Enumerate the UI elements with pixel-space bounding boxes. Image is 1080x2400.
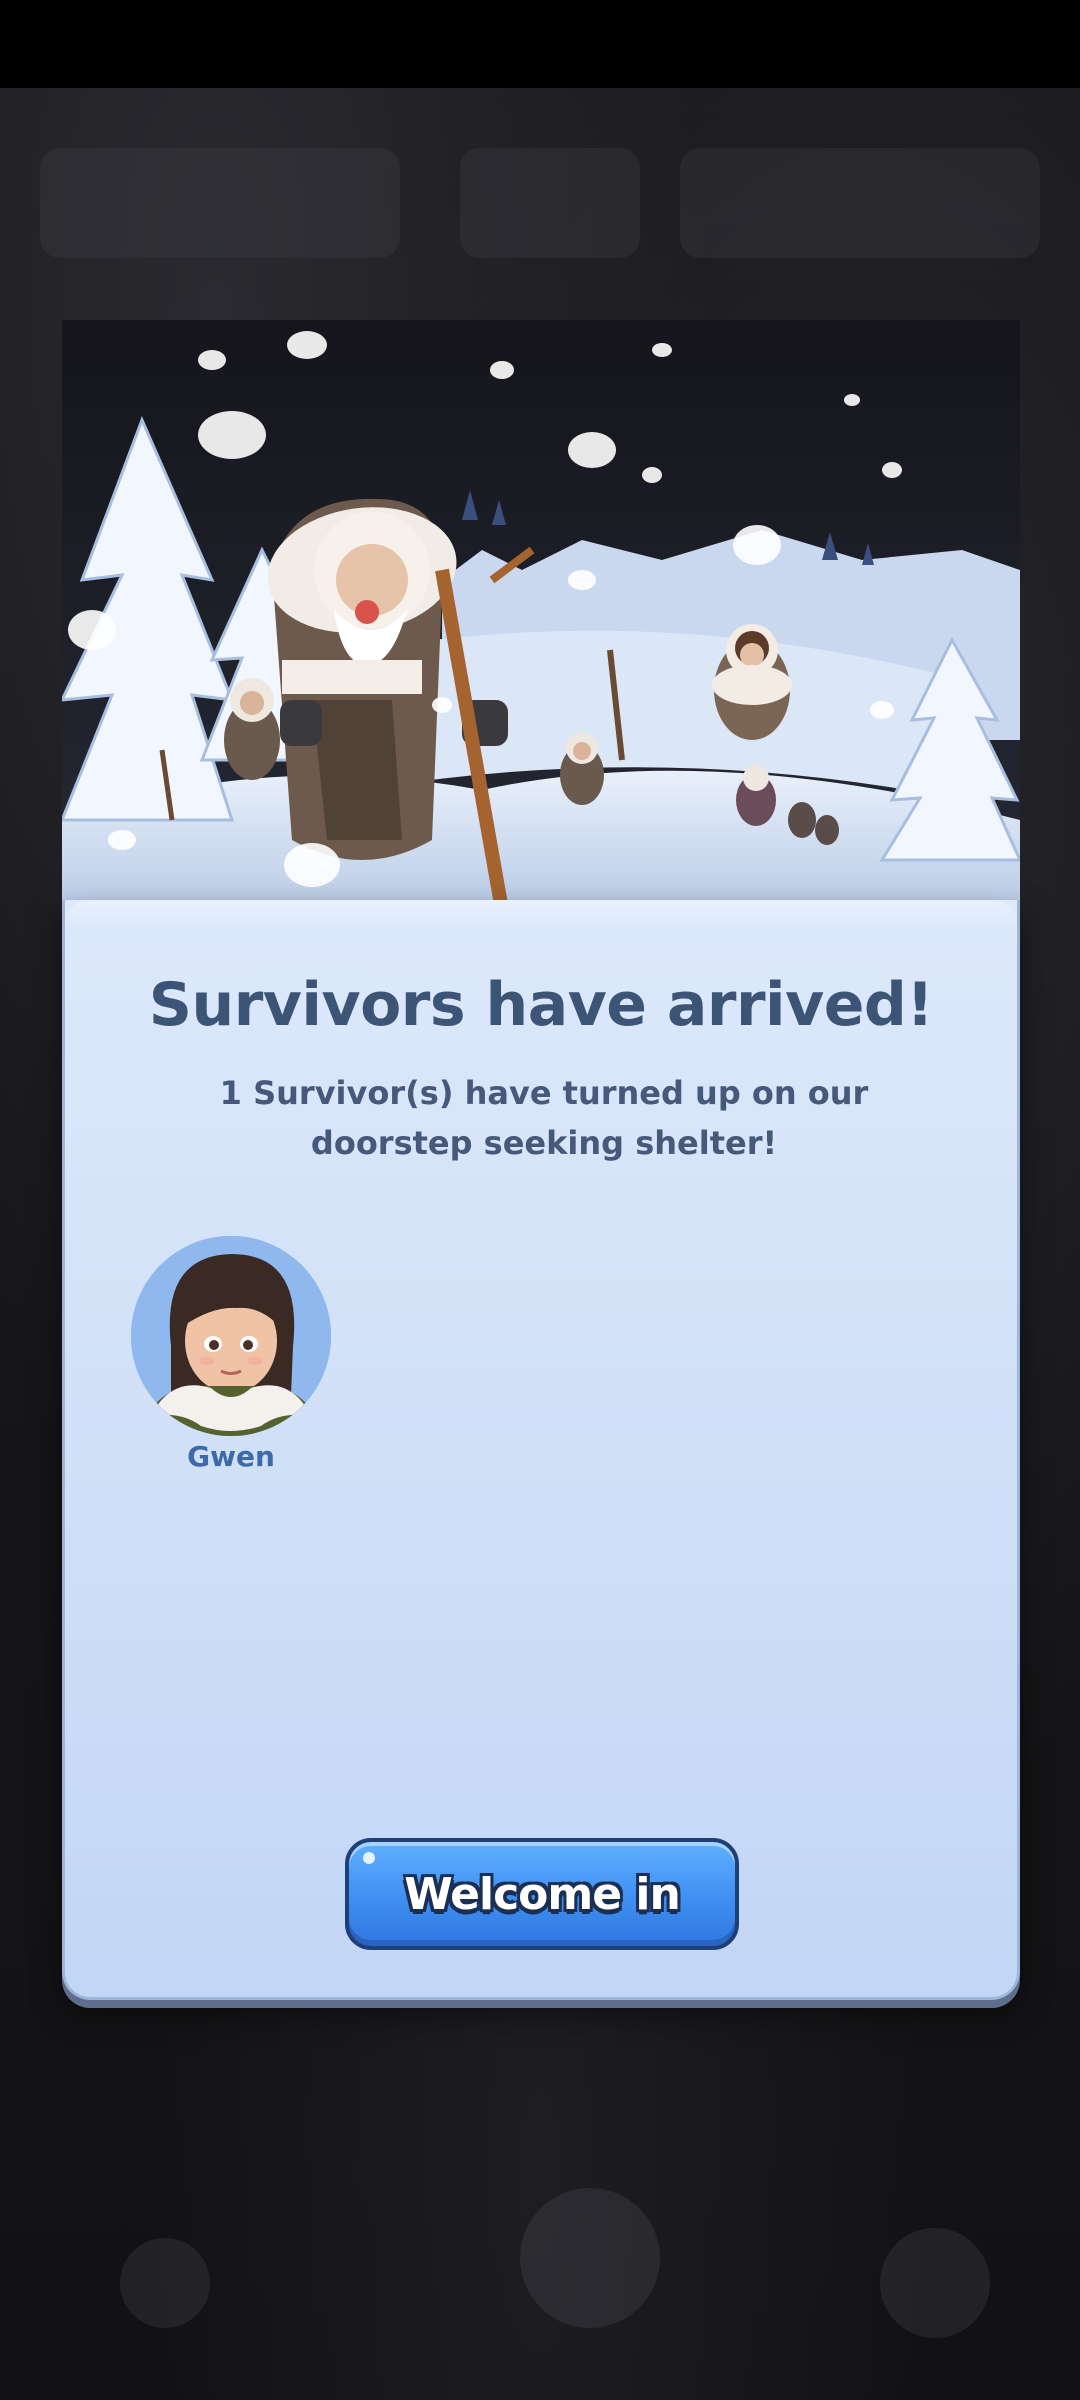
survivor-name: Gwen <box>187 1440 275 1473</box>
survivor-portrait <box>131 1236 331 1436</box>
blurred-hud-center <box>460 148 640 258</box>
welcome-in-button-label: Welcome in <box>404 1868 681 1920</box>
survivors-arrived-dialog: Survivors have arrived! 1 Survivor(s) ha… <box>62 900 1020 2000</box>
blurred-element <box>520 2188 660 2328</box>
blurred-element <box>880 2228 990 2338</box>
blurred-element <box>120 2238 210 2328</box>
welcome-in-button[interactable]: Welcome in <box>345 1838 739 1950</box>
survivor-card[interactable]: Gwen <box>131 1236 331 1473</box>
dialog-title: Survivors have arrived! <box>148 970 934 1040</box>
blurred-hud-left <box>40 148 400 258</box>
status-bar <box>0 0 1080 88</box>
blurred-hud-right <box>680 148 1040 258</box>
snowy-survivors-illustration <box>62 320 1020 910</box>
dialog-message: 1 Survivor(s) have turned up on our door… <box>219 1074 869 1162</box>
